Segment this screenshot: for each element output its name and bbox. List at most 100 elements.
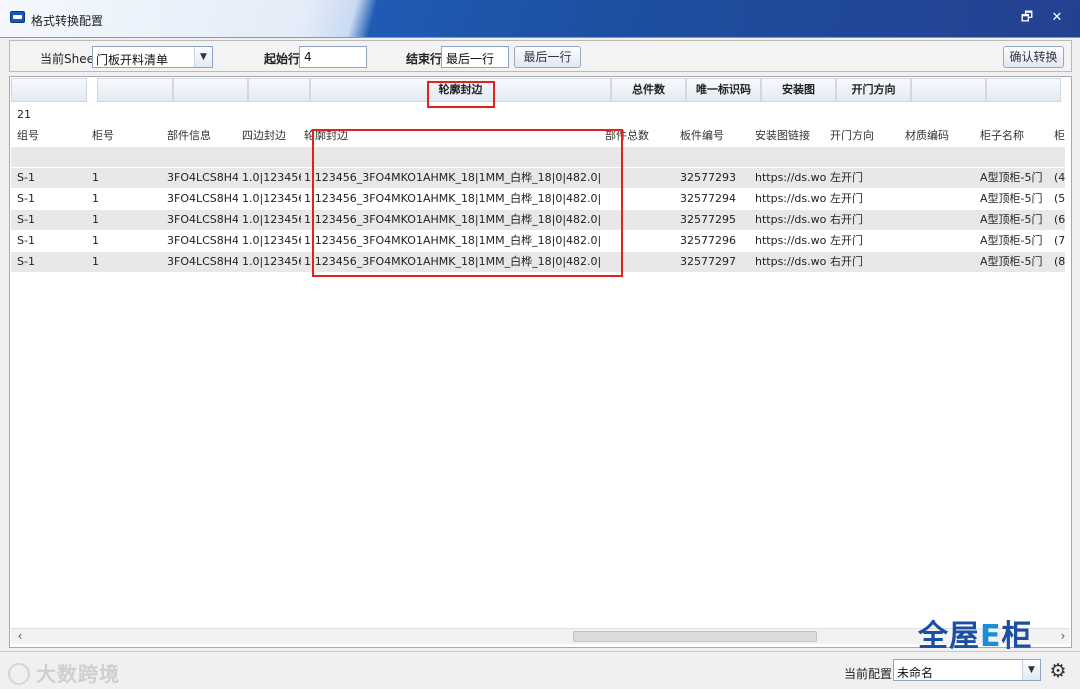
cell-cabinet-no: 1: [92, 192, 99, 205]
status-bar: 大数跨境 当前配置 未命名 ▼ ⚙: [0, 651, 1080, 689]
close-button[interactable]: ✕: [1044, 7, 1070, 29]
gear-icon[interactable]: ⚙: [1048, 661, 1068, 681]
sheet-select-value: 门板开料清单: [96, 53, 169, 67]
confirm-convert-button[interactable]: 确认转换: [1003, 46, 1064, 68]
title-bar: 格式转换配置 🗗 ✕: [0, 0, 1080, 38]
mapping-header-install-diagram[interactable]: 安装图: [761, 78, 836, 102]
cell-outline-edge: 1|123456_3FO4MKO1AHMK_18|1MM_白桦_18|0|482…: [304, 234, 601, 247]
brand-part-3: 柜: [1001, 619, 1033, 654]
cell-part-info: 3FO4LCS8H4€: [167, 213, 238, 226]
cell-four-edge: 1.0|123456: [242, 255, 301, 268]
cell-cabinet-name: A型顶柜-5门: [980, 171, 1043, 184]
cell-total: [602, 189, 676, 209]
column-header: 轮廓封边: [304, 129, 348, 142]
brand-part-1: 全屋: [918, 619, 980, 654]
mapping-header-cell[interactable]: [911, 78, 986, 102]
app-icon: [10, 11, 25, 23]
scroll-left-icon[interactable]: ‹: [13, 629, 27, 645]
cell-extra: (4: [1054, 171, 1065, 184]
end-row-input[interactable]: 最后一行: [441, 46, 509, 68]
cell-cabinet-no: 1: [92, 213, 99, 226]
column-header: 部件总数: [605, 129, 649, 142]
cell-group: S-1: [17, 234, 35, 247]
cell-board-no: 32577295: [680, 213, 736, 226]
mapping-header-cell[interactable]: [986, 78, 1061, 102]
cell-material-code: [902, 168, 976, 188]
config-toolbar: 当前Sheet 门板开料清单 ▼ 起始行 4 结束行 最后一行 最后一行 确认转…: [9, 40, 1072, 72]
start-row-label: 起始行: [264, 52, 301, 66]
last-row-button[interactable]: 最后一行: [514, 46, 581, 68]
cell-door-direction: 左开门: [830, 192, 863, 205]
table-row[interactable]: S-1 1 3FO4LCS8H4€ 1.0|123456 1|123456_3F…: [11, 210, 1065, 230]
table-row[interactable]: S-1 1 3FO4LCS8H4€ 1.0|123456 1|123456_3F…: [11, 168, 1065, 188]
cell-outline-edge: 1|123456_3FO4MKO1AHMK_18|1MM_白桦_18|0|482…: [304, 171, 601, 184]
cell-install-link: https://ds.wo: [755, 234, 826, 247]
column-header-row: 组号 柜号 部件信息 四边封边 轮廓封边 部件总数 板件编号 安装图链接 开门方…: [11, 126, 1065, 146]
cell-board-no: 32577296: [680, 234, 736, 247]
cell-install-link: https://ds.wo: [755, 171, 826, 184]
cell-material-code: [902, 210, 976, 230]
cell-four-edge: 1.0|123456: [242, 213, 301, 226]
preview-table: 轮廓封边 总件数 唯一标识码 安装图 开门方向 21 组号 柜号 部件信息 四边…: [9, 76, 1072, 648]
row-number: 21: [17, 108, 31, 121]
cell-extra: (5: [1054, 192, 1065, 205]
cell-part-info: 3FO4LCS8H4€: [167, 171, 238, 184]
cell-extra: (7: [1054, 234, 1065, 247]
scroll-thumb[interactable]: [573, 631, 817, 642]
chevron-down-icon[interactable]: ▼: [1022, 660, 1040, 680]
cell-total: [602, 210, 676, 230]
brand-logo: 全屋E柜: [918, 611, 1033, 655]
table-row[interactable]: S-1 1 3FO4LCS8H4€ 1.0|123456 1|123456_3F…: [11, 189, 1065, 209]
mapping-header-door-direction[interactable]: 开门方向: [836, 78, 911, 102]
cell-material-code: [902, 189, 976, 209]
cell-board-no: 32577293: [680, 171, 736, 184]
cell-install-link: https://ds.wo: [755, 213, 826, 226]
mapping-header-cell[interactable]: [11, 78, 87, 102]
mapping-header-total-count[interactable]: 总件数: [611, 78, 686, 102]
brand-part-2: E: [980, 619, 1002, 654]
mapping-header-cell[interactable]: [97, 78, 173, 102]
scroll-right-icon[interactable]: ›: [1056, 629, 1070, 645]
cell-extra: (8: [1054, 255, 1065, 268]
sheet-select[interactable]: 门板开料清单 ▼: [92, 46, 213, 68]
watermark-logo-icon: [8, 662, 30, 685]
cell-total: [602, 168, 676, 188]
cell-board-no: 32577297: [680, 255, 736, 268]
cell-door-direction: 右开门: [830, 213, 863, 226]
chevron-down-icon[interactable]: ▼: [194, 47, 212, 67]
table-row[interactable]: S-1 1 3FO4LCS8H4€ 1.0|123456 1|123456_3F…: [11, 231, 1065, 251]
cell-cabinet-no: 1: [92, 255, 99, 268]
cell-part-info: 3FO4LCS8H4€: [167, 192, 238, 205]
cell-cabinet-no: 1: [92, 234, 99, 247]
cell-door-direction: 右开门: [830, 255, 863, 268]
cell-four-edge: 1.0|123456: [242, 171, 301, 184]
watermark: 大数跨境: [8, 658, 120, 687]
cell-door-direction: 左开门: [830, 171, 863, 184]
empty-row: [11, 147, 1065, 167]
table-row[interactable]: S-1 1 3FO4LCS8H4€ 1.0|123456 1|123456_3F…: [11, 252, 1065, 272]
column-header: 四边封边: [242, 129, 286, 142]
cell-four-edge: 1.0|123456: [242, 192, 301, 205]
restore-button[interactable]: 🗗: [1014, 7, 1040, 29]
cell-cabinet-no: 1: [92, 171, 99, 184]
cell-four-edge: 1.0|123456: [242, 234, 301, 247]
cell-cabinet-name: A型顶柜-5门: [980, 213, 1043, 226]
column-header: 部件信息: [167, 129, 211, 142]
cell-part-info: 3FO4LCS8H4€: [167, 234, 238, 247]
mapping-header-unique-id[interactable]: 唯一标识码: [686, 78, 761, 102]
mapping-header-cell[interactable]: [248, 78, 310, 102]
mapping-header-cell[interactable]: [173, 78, 248, 102]
cell-cabinet-name: A型顶柜-5门: [980, 234, 1043, 247]
row-number-line: 21: [11, 105, 1065, 125]
cell-cabinet-name: A型顶柜-5门: [980, 192, 1043, 205]
column-header: 开门方向: [830, 129, 874, 142]
column-header: 柜子名称: [980, 129, 1024, 142]
column-header: 组号: [17, 129, 39, 142]
cell-total: [602, 252, 676, 272]
end-row-label: 结束行: [406, 52, 443, 66]
start-row-input[interactable]: 4: [299, 46, 367, 68]
config-select[interactable]: 未命名 ▼: [893, 659, 1041, 681]
column-header: 板件编号: [680, 129, 724, 142]
horizontal-scrollbar[interactable]: ‹ ›: [11, 628, 1070, 644]
mapping-header-outline-edge[interactable]: 轮廓封边: [310, 78, 611, 102]
